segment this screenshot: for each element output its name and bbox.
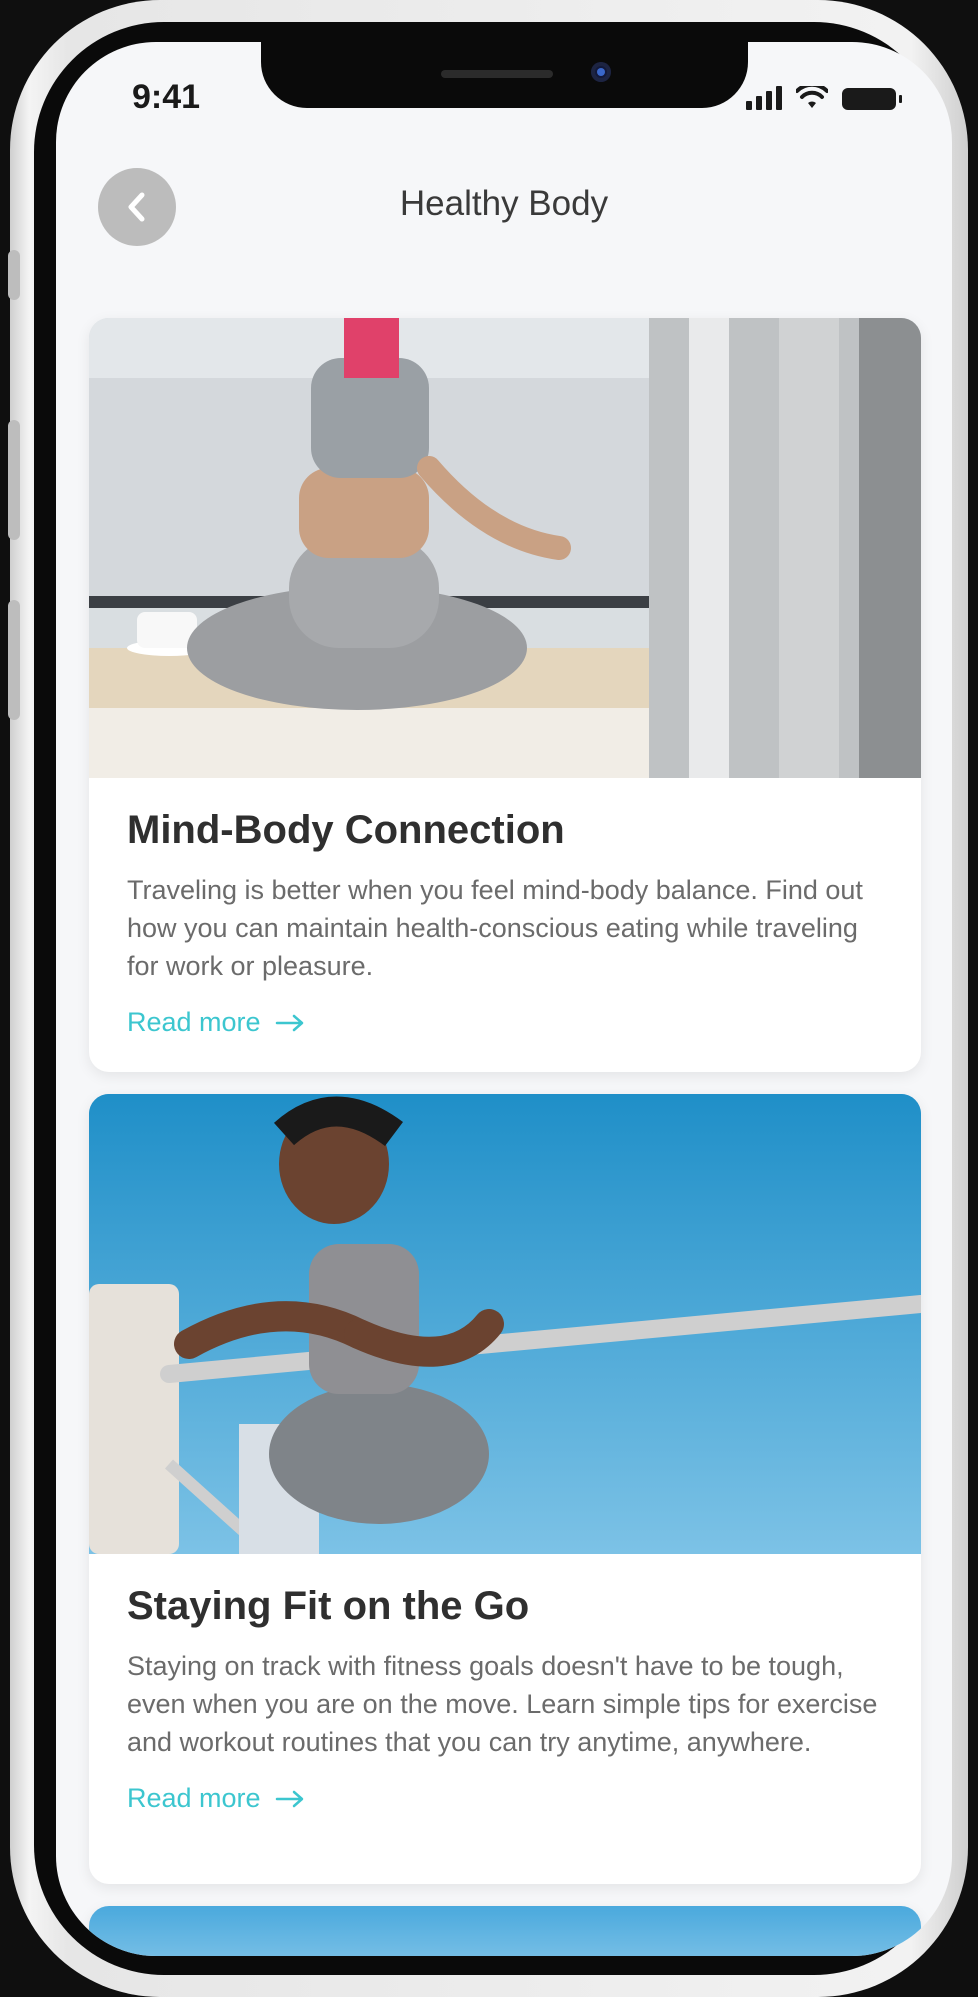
signal-icon — [746, 86, 782, 110]
arrow-right-icon — [275, 1014, 303, 1031]
battery-icon — [842, 88, 902, 110]
read-more-link[interactable]: Read more — [127, 1783, 305, 1814]
article-description: Traveling is better when you feel mind-b… — [127, 875, 863, 981]
speaker-grille — [441, 70, 553, 78]
phone-frame: 9:41 Healthy Body Mind-Body Connection T… — [8, 0, 968, 1997]
notch — [261, 42, 748, 108]
article-image — [89, 1094, 921, 1554]
fitness-illustration — [89, 1094, 921, 1554]
article-body: Mind-Body Connection Traveling is better… — [89, 778, 921, 1038]
page-title: Healthy Body — [399, 184, 609, 223]
article-card-next[interactable] — [89, 1906, 921, 1956]
article-title: Mind-Body Connection — [127, 808, 565, 852]
status-icons — [746, 86, 902, 110]
arrow-right-icon — [275, 1790, 303, 1807]
volume-down-button — [8, 600, 20, 720]
mute-switch — [8, 250, 20, 300]
wifi-icon — [796, 86, 828, 108]
article-card-mind-body[interactable]: Mind-Body Connection Traveling is better… — [89, 318, 921, 1072]
app-screen: 9:41 Healthy Body Mind-Body Connection T… — [56, 42, 952, 1956]
status-time: 9:41 — [132, 78, 201, 116]
read-more-label: Read more — [127, 1783, 261, 1813]
read-more-link[interactable]: Read more — [127, 1007, 305, 1038]
article-title: Staying Fit on the Go — [127, 1584, 530, 1628]
meditation-illustration — [89, 318, 921, 778]
article-card-fit-on-go[interactable]: Staying Fit on the Go Staying on track w… — [89, 1094, 921, 1884]
read-more-label: Read more — [127, 1007, 261, 1037]
volume-up-button — [8, 420, 20, 540]
article-image — [89, 318, 921, 778]
article-description: Staying on track with fitness goals does… — [127, 1651, 878, 1757]
front-camera — [591, 62, 611, 82]
article-body: Staying Fit on the Go Staying on track w… — [89, 1554, 921, 1814]
